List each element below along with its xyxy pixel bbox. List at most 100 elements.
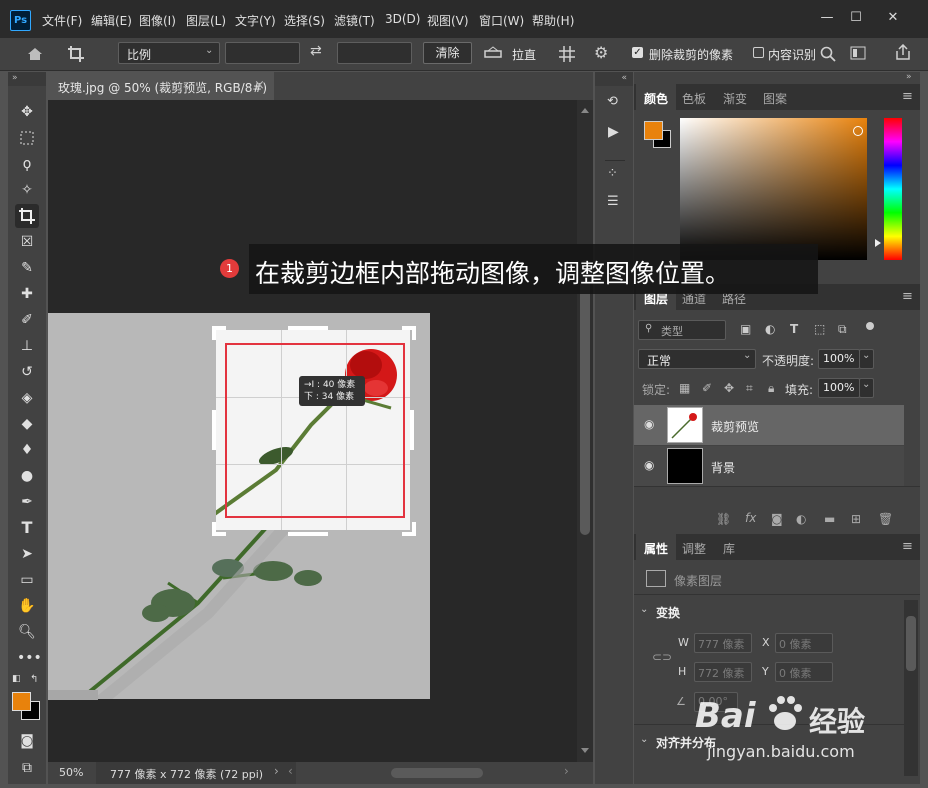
pen-tool-icon[interactable]: ✒ bbox=[17, 492, 37, 512]
panel-menu-icon[interactable]: ≡ bbox=[902, 289, 913, 304]
blend-mode-select[interactable]: 正常 ⌄ bbox=[638, 349, 756, 369]
menu-3d[interactable]: 3D(D) bbox=[385, 12, 420, 26]
menu-window[interactable]: 窗口(W) bbox=[479, 12, 524, 29]
opacity-input[interactable]: 100% bbox=[818, 349, 860, 369]
swap-icon[interactable]: ⇄ bbox=[310, 43, 322, 59]
quick-mask-icon[interactable]: ◙ bbox=[17, 731, 37, 751]
maximize-button[interactable]: ☐ bbox=[843, 8, 869, 28]
eyedropper-tool-icon[interactable]: ✎ bbox=[17, 258, 37, 278]
crop-handle-left[interactable] bbox=[212, 410, 216, 450]
clone-stamp-tool-icon[interactable]: ⊥ bbox=[17, 336, 37, 356]
new-layer-icon[interactable]: ⊞ bbox=[851, 512, 861, 526]
new-adjustment-layer-icon[interactable]: ◐ bbox=[796, 512, 806, 526]
tab-properties[interactable]: 属性 bbox=[644, 540, 668, 557]
blur-tool-icon[interactable]: ♦ bbox=[17, 440, 37, 460]
lock-all-icon[interactable]: 🔒︎ bbox=[768, 381, 774, 396]
frame-tool-icon[interactable]: ☒ bbox=[17, 232, 37, 252]
path-selection-tool-icon[interactable]: ➤ bbox=[17, 544, 37, 564]
menu-select[interactable]: 选择(S) bbox=[284, 12, 325, 29]
width-ratio-input[interactable] bbox=[225, 42, 300, 64]
healing-brush-tool-icon[interactable]: ✚ bbox=[17, 284, 37, 304]
crop-tool-preset-icon[interactable] bbox=[66, 44, 88, 64]
crop-handle-top[interactable] bbox=[288, 326, 328, 330]
panel-menu-icon[interactable]: ≡ bbox=[902, 89, 913, 104]
share-icon[interactable] bbox=[895, 44, 911, 61]
layer-visibility-eye-icon[interactable]: ◉ bbox=[644, 458, 654, 472]
menu-layer[interactable]: 图层(L) bbox=[186, 12, 226, 29]
zoom-tool-icon[interactable]: 🔍︎ bbox=[17, 622, 37, 642]
history-brush-tool-icon[interactable]: ↺ bbox=[17, 362, 37, 382]
content-aware-checkbox[interactable] bbox=[753, 47, 764, 58]
width-input[interactable]: 777 像素 bbox=[694, 633, 752, 653]
tab-close-icon[interactable]: × bbox=[254, 78, 265, 93]
scroll-right-icon[interactable]: › bbox=[564, 764, 569, 778]
y-input[interactable]: 0 像素 bbox=[775, 662, 833, 682]
straighten-icon[interactable] bbox=[484, 46, 502, 60]
delete-cropped-checkbox[interactable]: ✓ bbox=[632, 47, 643, 58]
menu-edit[interactable]: 编辑(E) bbox=[91, 12, 132, 29]
paint-bucket-tool-icon[interactable]: ◆ bbox=[17, 414, 37, 434]
actions-play-icon[interactable]: ▶ bbox=[608, 124, 619, 140]
layer-filter-select[interactable]: ⚲ 类型 bbox=[638, 320, 726, 340]
opacity-dropdown[interactable]: ⌄ bbox=[859, 349, 874, 369]
hue-slider-handle[interactable] bbox=[875, 239, 881, 247]
move-tool-icon[interactable]: ✥ bbox=[17, 102, 37, 122]
fill-input[interactable]: 100% bbox=[818, 378, 860, 398]
tab-patterns[interactable]: 图案 bbox=[763, 90, 787, 107]
lock-artboard-icon[interactable]: ⌗ bbox=[746, 381, 753, 396]
color-picker-cursor[interactable] bbox=[853, 126, 863, 136]
right-dock-collapse-icon[interactable]: » bbox=[906, 72, 912, 82]
crop-tool-icon[interactable] bbox=[15, 204, 39, 228]
tab-swatches[interactable]: 色板 bbox=[682, 90, 706, 107]
default-colors-icon[interactable]: ◧ bbox=[12, 674, 21, 684]
tab-libraries[interactable]: 库 bbox=[723, 540, 735, 557]
layer-row-background[interactable]: ◉ 背景 bbox=[634, 446, 904, 486]
history-panel-icon[interactable]: ⟲ bbox=[607, 94, 618, 109]
type-tool-icon[interactable]: T bbox=[17, 518, 37, 538]
home-icon[interactable] bbox=[26, 45, 44, 63]
tab-color[interactable]: 颜色 bbox=[644, 90, 668, 107]
crop-handle-bottom-right[interactable] bbox=[402, 522, 416, 536]
color-picker-field[interactable] bbox=[680, 118, 867, 260]
close-window-button[interactable]: ✕ bbox=[880, 8, 906, 28]
document-tab[interactable]: 玫瑰.jpg @ 50% (裁剪预览, RGB/8#) × bbox=[48, 72, 274, 102]
filter-type-icon[interactable]: T bbox=[790, 322, 798, 336]
new-group-icon[interactable]: ▬ bbox=[824, 512, 835, 526]
chevron-down-icon[interactable]: ⌄ bbox=[640, 604, 648, 615]
filter-adjustment-icon[interactable]: ◐ bbox=[765, 322, 775, 336]
hue-slider[interactable] bbox=[884, 118, 902, 260]
overlay-grid-icon[interactable] bbox=[558, 45, 576, 63]
canvas-area[interactable]: →I : 40 像素 下 : 34 像素 bbox=[48, 100, 577, 762]
properties-scrollbar[interactable] bbox=[904, 600, 918, 776]
delete-layer-icon[interactable]: 🗑︎ bbox=[878, 512, 893, 526]
dodge-tool-icon[interactable]: ● bbox=[17, 466, 37, 486]
brush-settings-icon[interactable]: ⁘ bbox=[607, 166, 618, 181]
lock-image-icon[interactable]: ✐ bbox=[702, 381, 712, 395]
tab-gradients[interactable]: 渐变 bbox=[723, 90, 747, 107]
chevron-down-icon[interactable]: ⌄ bbox=[640, 734, 648, 745]
crop-handle-bottom-left[interactable] bbox=[212, 522, 226, 536]
magic-wand-tool-icon[interactable]: ✧ bbox=[17, 180, 37, 200]
lock-transparent-icon[interactable]: ▦ bbox=[679, 381, 690, 395]
settings-gear-icon[interactable]: ⚙ bbox=[594, 43, 608, 62]
link-layers-icon[interactable]: ⛓ bbox=[716, 512, 731, 526]
dock-collapse-icon[interactable]: « bbox=[595, 72, 633, 86]
add-mask-icon[interactable]: ◙ bbox=[771, 512, 783, 526]
workspace-icon[interactable] bbox=[850, 46, 866, 60]
foreground-color-swatch[interactable] bbox=[12, 692, 31, 711]
vertical-scroll-thumb[interactable] bbox=[580, 260, 590, 535]
layer-style-fx-icon[interactable]: fx bbox=[745, 511, 756, 525]
layer-visibility-eye-icon[interactable]: ◉ bbox=[644, 417, 654, 431]
swap-colors-icon[interactable]: ↰ bbox=[30, 674, 38, 685]
layer-row-crop-preview[interactable]: ◉ 裁剪预览 bbox=[634, 405, 904, 445]
scroll-down-icon[interactable] bbox=[581, 748, 589, 753]
toolbar-collapse-icon[interactable]: » bbox=[8, 72, 46, 86]
menu-type[interactable]: 文字(Y) bbox=[235, 12, 276, 29]
crop-handle-top-right[interactable] bbox=[402, 326, 416, 340]
menu-help[interactable]: 帮助(H) bbox=[532, 12, 574, 29]
adjustments-sliders-icon[interactable]: ☰ bbox=[607, 194, 619, 209]
brush-tool-icon[interactable]: ✐ bbox=[17, 310, 37, 330]
layer-name[interactable]: 裁剪预览 bbox=[711, 418, 759, 435]
color-panel-fg-swatch[interactable] bbox=[644, 121, 663, 140]
transform-heading[interactable]: 变换 bbox=[656, 604, 680, 621]
